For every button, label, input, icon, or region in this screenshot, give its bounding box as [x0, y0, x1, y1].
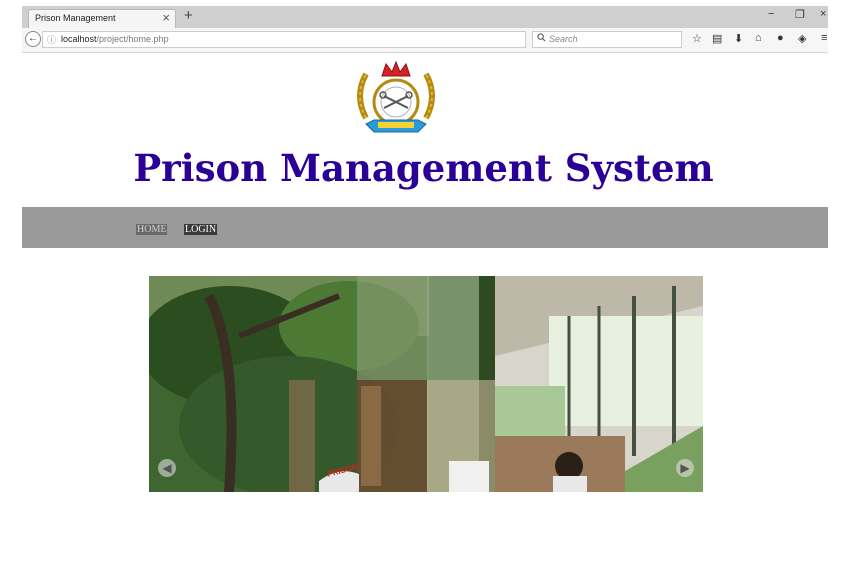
emblem-logo [357, 60, 435, 133]
back-button[interactable]: ← [25, 31, 41, 47]
search-placeholder: Search [549, 34, 578, 44]
minimize-button[interactable]: − [768, 8, 774, 20]
star-icon[interactable]: ☆ [692, 32, 702, 45]
search-icon [537, 33, 546, 44]
download-icon[interactable]: ⬇ [734, 32, 743, 45]
url-text: localhost/project/home.php [61, 34, 169, 44]
clipboard-icon[interactable]: ▤ [712, 32, 722, 45]
slider-next-arrow-icon[interactable]: ▶ [676, 459, 694, 477]
url-host: localhost [61, 34, 97, 44]
slider-prev-arrow-icon[interactable]: ◀ [158, 459, 176, 477]
new-tab-button[interactable]: + [184, 7, 193, 24]
tab-close-icon[interactable]: × [162, 10, 170, 25]
chat-icon[interactable]: ● [777, 32, 784, 44]
restore-button[interactable]: ❐ [795, 8, 805, 21]
site-info-icon[interactable]: ⓘ [47, 33, 56, 46]
nav-home-link[interactable]: HOME [136, 224, 168, 235]
search-input[interactable]: Search [532, 31, 682, 48]
url-path: /project/home.php [96, 34, 169, 44]
slider-image [149, 276, 703, 492]
address-bar[interactable]: ⓘ localhost/project/home.php C [42, 31, 542, 48]
browser-navigation-bar: ← ⓘ localhost/project/home.php C Search … [22, 28, 828, 53]
site-title: Prison Management System [133, 146, 714, 190]
menu-icon[interactable]: ≡ [821, 32, 827, 44]
tab-title: Prison Management [35, 13, 116, 23]
nav-login-link[interactable]: LOGIN [184, 224, 218, 235]
image-slider: PRISON ◀ ▶ [149, 276, 703, 492]
home-icon[interactable]: ⌂ [755, 32, 762, 44]
browser-tab-strip: Prison Management × + − ❐ × [22, 6, 828, 28]
close-window-button[interactable]: × [820, 8, 826, 20]
pocket-icon[interactable]: ◈ [798, 32, 806, 45]
browser-tab[interactable]: Prison Management × [28, 9, 176, 28]
main-menu-bar: HOME LOGIN [22, 207, 828, 248]
